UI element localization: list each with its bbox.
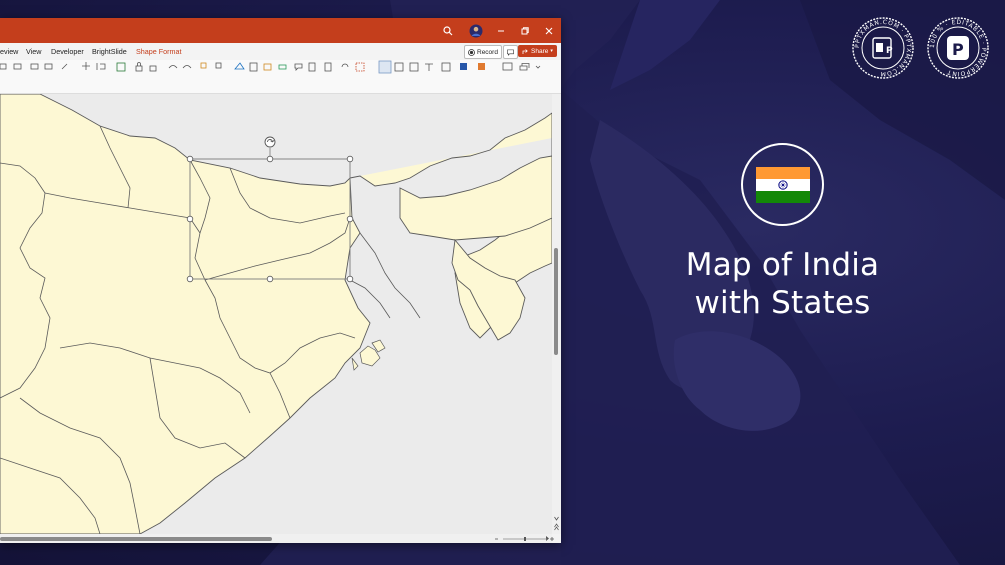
record-icon	[468, 48, 475, 56]
line-icon[interactable]	[61, 63, 68, 70]
shape-icon[interactable]	[13, 63, 22, 70]
text-icon[interactable]	[425, 63, 433, 71]
ribbon-tabs: eview View Developer BrightSlide Shape F…	[0, 43, 561, 60]
comment-icon	[507, 49, 514, 56]
duplicate-icon[interactable]	[519, 63, 530, 71]
text-box-icon[interactable]	[441, 62, 451, 72]
tab-view[interactable]: View	[26, 47, 41, 56]
zoom-slider[interactable]	[0, 535, 561, 543]
doc-icon[interactable]	[249, 62, 258, 72]
shape-edit-icon[interactable]	[234, 62, 245, 70]
profile-icon[interactable]	[463, 18, 489, 43]
scroll-down-icon[interactable]	[554, 516, 559, 521]
prev-slide-icon[interactable]	[554, 523, 559, 531]
restore-icon[interactable]	[512, 18, 538, 43]
record-button[interactable]: Record	[464, 45, 502, 59]
arrange-icon[interactable]	[502, 62, 513, 71]
arc-icon[interactable]	[168, 65, 178, 69]
slide-title: Map of India with States	[650, 246, 915, 322]
title-bar	[0, 18, 561, 43]
chevron-down-icon: ▾	[550, 48, 553, 54]
callout-icon[interactable]	[294, 63, 303, 71]
close-icon[interactable]	[536, 18, 561, 43]
powerpoint-window: eview View Developer BrightSlide Shape F…	[0, 18, 561, 543]
lock-shackle-icon	[137, 62, 141, 66]
tab-review[interactable]: eview	[0, 47, 18, 56]
title-line-1: Map of India	[685, 247, 880, 283]
tab-brightslide[interactable]: BrightSlide	[92, 47, 127, 56]
shape-icon[interactable]	[0, 63, 7, 70]
ribbon-toolbar	[0, 60, 561, 94]
slide-canvas[interactable]	[0, 94, 552, 534]
grid-icon[interactable]	[394, 62, 404, 72]
table-icon[interactable]	[116, 62, 126, 72]
vertical-scrollbar[interactable]	[552, 94, 561, 534]
unlock-icon[interactable]	[149, 65, 157, 72]
page-icon[interactable]	[324, 62, 332, 72]
share-button[interactable]: Share ▾	[518, 45, 557, 57]
editable-badge: P 100 % · EDITABLE · POWERPOINT	[927, 17, 989, 79]
page-icon[interactable]	[308, 62, 316, 72]
rect-icon[interactable]	[278, 64, 287, 70]
tab-shape-format[interactable]: Shape Format	[136, 47, 182, 56]
link-icon[interactable]	[341, 63, 349, 68]
share-icon	[522, 48, 528, 54]
pptxman-badge: P PPTXMAN.COM · PPTXMAN.COM	[852, 17, 914, 79]
india-map[interactable]	[0, 94, 552, 534]
tab-developer[interactable]: Developer	[51, 47, 84, 56]
title-line-2: with States	[694, 285, 871, 321]
align-left-icon[interactable]	[378, 60, 392, 74]
grid-icon[interactable]	[409, 62, 419, 72]
shape-outline-icon[interactable]	[478, 63, 485, 70]
share-label: Share	[531, 47, 549, 55]
svg-text:P: P	[952, 40, 964, 59]
comments-button[interactable]	[503, 45, 518, 59]
select-icon[interactable]	[355, 62, 365, 72]
ungroup-icon[interactable]	[215, 62, 222, 69]
crosshair-icon[interactable]	[82, 62, 90, 70]
shape-icon[interactable]	[30, 63, 39, 70]
record-label: Record	[477, 48, 498, 56]
badge-left-text: PPTXMAN.COM · PPTXMAN.COM	[854, 19, 912, 77]
arc-icon[interactable]	[182, 65, 192, 69]
minimize-icon[interactable]	[488, 18, 514, 43]
shape-fill-icon[interactable]	[460, 63, 467, 70]
search-icon[interactable]	[435, 18, 461, 43]
rotate-handle-icon[interactable]	[264, 136, 276, 148]
shape-icon[interactable]	[44, 63, 53, 70]
group-icon[interactable]	[200, 62, 207, 69]
align-icon[interactable]	[96, 63, 106, 70]
more-icon[interactable]	[535, 65, 541, 69]
fill-icon[interactable]	[263, 63, 272, 71]
india-flag-badge	[741, 143, 824, 226]
india-flag-icon	[755, 166, 810, 203]
lock-icon[interactable]	[135, 65, 143, 72]
svg-text:P: P	[886, 46, 893, 56]
